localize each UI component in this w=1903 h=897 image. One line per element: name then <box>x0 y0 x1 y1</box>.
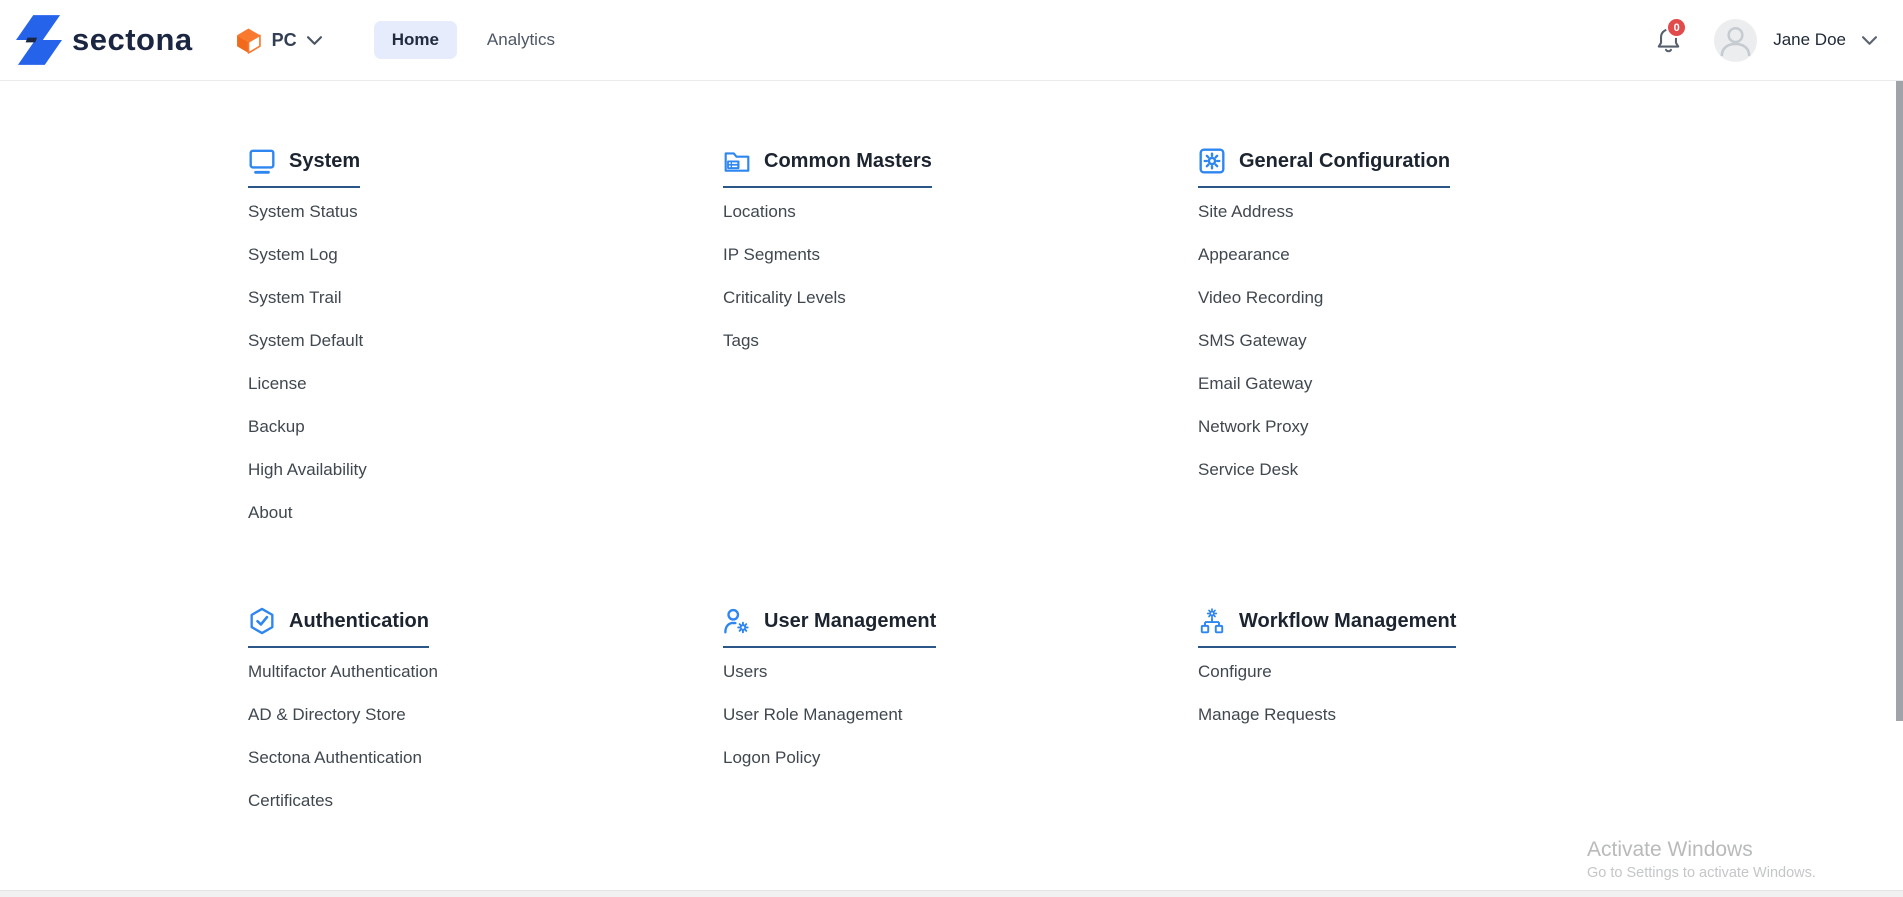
list-item[interactable]: Video Recording <box>1198 276 1323 319</box>
settings-section: Authentication Multifactor Authenticatio… <box>248 607 723 822</box>
list-item[interactable]: Service Desk <box>1198 448 1298 491</box>
list-item[interactable]: Appearance <box>1198 233 1290 276</box>
list-item[interactable]: Users <box>723 650 767 693</box>
tab-home[interactable]: Home <box>374 21 457 59</box>
settings-section: Workflow Management ConfigureManage Requ… <box>1198 607 1673 822</box>
section-title: General Configuration <box>1239 150 1450 173</box>
workflow-icon <box>1198 607 1226 635</box>
list-item[interactable]: AD & Directory Store <box>248 693 406 736</box>
list-item[interactable]: Site Address <box>1198 190 1293 233</box>
section-header: User Management <box>723 607 936 648</box>
list-item[interactable]: System Trail <box>248 276 342 319</box>
list-item[interactable]: SMS Gateway <box>1198 319 1307 362</box>
tab-analytics[interactable]: Analytics <box>469 21 573 59</box>
settings-section: User Management UsersUser Role Managemen… <box>723 607 1198 822</box>
vertical-scrollbar[interactable] <box>1896 81 1903 721</box>
navbar-right: 0 Jane Doe <box>1655 19 1877 62</box>
workspace-selector[interactable]: PC <box>235 27 322 54</box>
main-tabs: Home Analytics <box>374 21 573 59</box>
list-item[interactable]: High Availability <box>248 448 367 491</box>
list-item[interactable]: System Default <box>248 319 363 362</box>
list-item[interactable]: Certificates <box>248 779 333 822</box>
user-name: Jane Doe <box>1773 30 1846 50</box>
list-item[interactable]: Backup <box>248 405 305 448</box>
list-item[interactable]: System Log <box>248 233 338 276</box>
section-item-list: ConfigureManage Requests <box>1198 650 1673 736</box>
section-item-list: LocationsIP SegmentsCriticality LevelsTa… <box>723 190 1198 362</box>
settings-section: System System StatusSystem LogSystem Tra… <box>248 147 723 534</box>
list-item[interactable]: About <box>248 491 292 534</box>
brand-name: sectona <box>72 22 193 58</box>
user-menu-chevron[interactable] <box>1862 36 1877 45</box>
section-header: System <box>248 147 360 188</box>
top-navbar: sectona PC Home Analytics 0 <box>0 0 1903 81</box>
list-item[interactable]: Configure <box>1198 650 1272 693</box>
list-item[interactable]: Criticality Levels <box>723 276 846 319</box>
avatar[interactable] <box>1714 19 1757 62</box>
list-item[interactable]: User Role Management <box>723 693 903 736</box>
horizontal-scrollbar[interactable] <box>0 890 1903 897</box>
notification-count-badge: 0 <box>1666 17 1687 38</box>
section-item-list: Multifactor AuthenticationAD & Directory… <box>248 650 723 822</box>
list-item[interactable]: Logon Policy <box>723 736 820 779</box>
content-grid: System System StatusSystem LogSystem Tra… <box>248 147 1673 822</box>
list-item[interactable]: System Status <box>248 190 358 233</box>
list-folder-icon <box>723 147 751 175</box>
user-gear-icon <box>723 607 751 635</box>
settings-section: Common Masters LocationsIP SegmentsCriti… <box>723 147 1198 534</box>
section-title: System <box>289 150 360 173</box>
watermark-title: Activate Windows <box>1587 838 1816 862</box>
list-item[interactable]: Email Gateway <box>1198 362 1312 405</box>
shield-check-icon <box>248 607 276 635</box>
section-item-list: System StatusSystem LogSystem TrailSyste… <box>248 190 723 534</box>
section-header: General Configuration <box>1198 147 1450 188</box>
lightning-logo-icon <box>16 15 62 65</box>
list-item[interactable]: IP Segments <box>723 233 820 276</box>
list-item[interactable]: Multifactor Authentication <box>248 650 438 693</box>
settings-section: General Configuration Site AddressAppear… <box>1198 147 1673 534</box>
watermark-subtitle: Go to Settings to activate Windows. <box>1587 865 1816 881</box>
section-item-list: Site AddressAppearanceVideo RecordingSMS… <box>1198 190 1673 491</box>
list-item[interactable]: License <box>248 362 307 405</box>
section-title: Authentication <box>289 610 429 633</box>
list-item[interactable]: Locations <box>723 190 796 233</box>
notifications-button[interactable]: 0 <box>1655 26 1682 54</box>
list-item[interactable]: Network Proxy <box>1198 405 1309 448</box>
list-item[interactable]: Sectona Authentication <box>248 736 422 779</box>
section-title: Workflow Management <box>1239 610 1456 633</box>
gear-box-icon <box>1198 147 1226 175</box>
section-item-list: UsersUser Role ManagementLogon Policy <box>723 650 1198 779</box>
section-header: Workflow Management <box>1198 607 1456 648</box>
chevron-down-icon <box>307 36 322 45</box>
windows-activation-watermark: Activate Windows Go to Settings to activ… <box>1587 838 1816 881</box>
list-item[interactable]: Tags <box>723 319 759 362</box>
sectona-logo[interactable]: sectona <box>16 15 193 65</box>
section-title: User Management <box>764 610 936 633</box>
section-title: Common Masters <box>764 150 932 173</box>
workspace-label: PC <box>272 30 297 51</box>
section-header: Authentication <box>248 607 429 648</box>
section-header: Common Masters <box>723 147 932 188</box>
monitor-icon <box>248 147 276 175</box>
cube-icon <box>235 27 262 54</box>
list-item[interactable]: Manage Requests <box>1198 693 1336 736</box>
